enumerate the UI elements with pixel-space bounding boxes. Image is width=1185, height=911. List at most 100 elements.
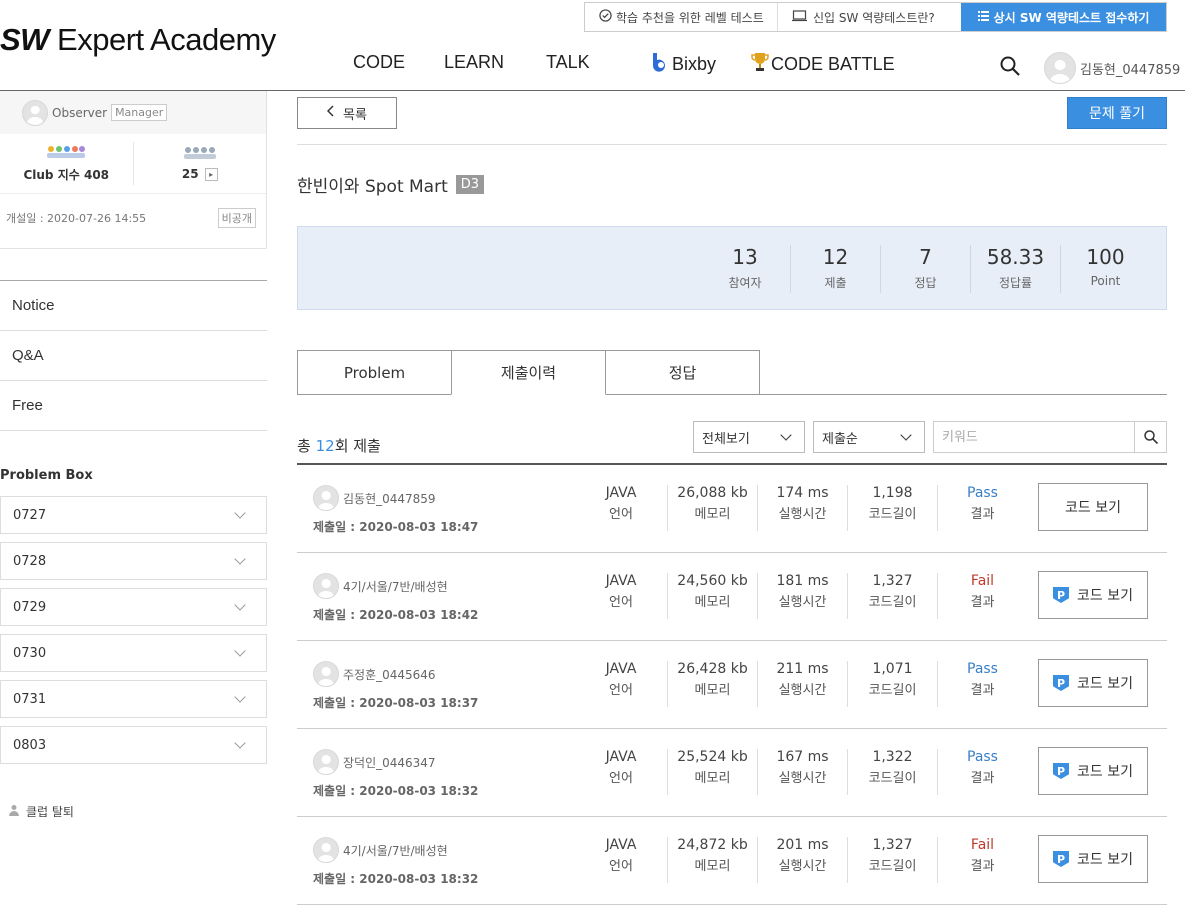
sidebar-link-free[interactable]: Free bbox=[0, 381, 267, 431]
memory-value: 25,524 kb bbox=[677, 749, 748, 765]
user-name[interactable]: 김동현_0447859 bbox=[1080, 59, 1180, 78]
stat-accuracy: 58.33 정답률 bbox=[970, 245, 1060, 293]
private-tag: 비공개 bbox=[217, 208, 256, 228]
observer-label: Observer bbox=[52, 105, 108, 120]
nav-code[interactable]: CODE bbox=[353, 52, 405, 73]
lang-value: JAVA bbox=[605, 573, 637, 589]
code-view-button[interactable]: 코드 보기 bbox=[1038, 483, 1148, 531]
result-value: Pass bbox=[967, 485, 998, 501]
problem-box-item[interactable]: 0730 bbox=[0, 634, 267, 672]
problem-box-label: 0730 bbox=[13, 645, 47, 661]
problem-title-row: 한빈이와 Spot Mart D3 bbox=[297, 172, 485, 197]
search-icon[interactable] bbox=[1134, 422, 1166, 452]
result-cell: Fail 결과 bbox=[937, 573, 1027, 619]
site-logo[interactable]: SW Expert Academy bbox=[0, 22, 276, 58]
chevron-down-icon bbox=[900, 428, 912, 441]
new-test-link[interactable]: 신입 SW 역량테스트란? bbox=[777, 3, 961, 31]
result-value: Fail bbox=[970, 837, 995, 853]
code-view-label: 코드 보기 bbox=[1077, 852, 1133, 868]
submitter-name: 장덕인_0446347 bbox=[343, 755, 436, 770]
tab-answer[interactable]: 정답 bbox=[605, 350, 760, 395]
problem-box-item[interactable]: 0803 bbox=[0, 726, 267, 764]
submitter-name: 주정훈_0445646 bbox=[343, 667, 436, 682]
solve-problem-button[interactable]: 문제 풀기 bbox=[1067, 97, 1167, 129]
nav-talk[interactable]: TALK bbox=[546, 52, 590, 73]
tab-problem[interactable]: Problem bbox=[297, 350, 452, 395]
code-view-button[interactable]: P 코드 보기 bbox=[1038, 659, 1148, 707]
length-cell: 1,071 코드길이 bbox=[847, 661, 937, 707]
check-circle-icon bbox=[599, 9, 612, 25]
sidebar-link-qna[interactable]: Q&A bbox=[0, 331, 267, 381]
nav-bixby[interactable]: Bixby bbox=[650, 52, 716, 77]
back-to-list-button[interactable]: 목록 bbox=[297, 97, 397, 129]
lang-label: 언어 bbox=[609, 683, 633, 698]
length-cell: 1,322 코드길이 bbox=[847, 749, 937, 795]
submit-date: 제출일 : 2020-08-03 18:32 bbox=[313, 784, 479, 798]
length-label: 코드길이 bbox=[868, 859, 917, 874]
stat-label: Point bbox=[1090, 274, 1121, 288]
submitter-avatar bbox=[313, 749, 339, 775]
code-view-button[interactable]: P 코드 보기 bbox=[1038, 747, 1148, 795]
new-test-label: 신입 SW 역량테스트란? bbox=[813, 10, 935, 25]
lang-value: JAVA bbox=[605, 485, 637, 501]
result-cell: Pass 결과 bbox=[937, 485, 1027, 531]
keyword-input[interactable] bbox=[934, 422, 1134, 452]
time-value: 174 ms bbox=[776, 485, 829, 501]
problem-box-label: 0729 bbox=[13, 599, 47, 615]
time-label: 실행시간 bbox=[778, 771, 827, 786]
code-view-label: 코드 보기 bbox=[1077, 588, 1133, 604]
count-suffix: 회 제출 bbox=[334, 437, 381, 455]
leave-club-label: 클럽 탈퇴 bbox=[26, 805, 74, 819]
result-label: 결과 bbox=[970, 595, 995, 610]
code-view-button[interactable]: P 코드 보기 bbox=[1038, 835, 1148, 883]
stat-value: 12 bbox=[822, 245, 849, 269]
sidebar-link-notice[interactable]: Notice bbox=[0, 281, 267, 331]
memory-cell: 25,524 kb 메모리 bbox=[667, 749, 757, 795]
search-icon[interactable] bbox=[1000, 56, 1020, 80]
submission-row: 김동현_0447859 제출일 : 2020-08-03 18:47 JAVA 언어 2… bbox=[297, 465, 1167, 553]
result-label: 결과 bbox=[970, 507, 995, 522]
length-value: 1,071 bbox=[872, 661, 913, 677]
length-label: 코드길이 bbox=[868, 507, 917, 522]
top-header: 학습 추천을 위한 레벨 테스트 신입 SW 역량테스트란? 상시 SW 역량테… bbox=[0, 0, 1185, 91]
level-test-link[interactable]: 학습 추천을 위한 레벨 테스트 bbox=[585, 3, 777, 31]
user-avatar[interactable] bbox=[1044, 52, 1076, 84]
tab-submission-history[interactable]: 제출이력 bbox=[451, 350, 606, 395]
stat-label: 참여자 bbox=[728, 276, 762, 290]
code-view-label: 코드 보기 bbox=[1077, 676, 1133, 692]
club-members: 25 ▸ bbox=[132, 142, 267, 185]
time-label: 실행시간 bbox=[778, 683, 827, 698]
bixby-icon bbox=[650, 52, 670, 77]
view-filter-select[interactable]: 전체보기 bbox=[693, 421, 805, 453]
memory-cell: 26,088 kb 메모리 bbox=[667, 485, 757, 531]
sort-select[interactable]: 제출순 bbox=[813, 421, 925, 453]
time-value: 201 ms bbox=[776, 837, 829, 853]
problem-box-item[interactable]: 0728 bbox=[0, 542, 267, 580]
problem-box-item[interactable]: 0729 bbox=[0, 588, 267, 626]
apply-test-button[interactable]: 상시 SW 역량테스트 접수하기 bbox=[961, 3, 1166, 31]
time-cell: 201 ms 실행시간 bbox=[757, 837, 847, 883]
lang-value: JAVA bbox=[605, 661, 637, 677]
submission-row: 장덕인_0446347 제출일 : 2020-08-03 18:32 JAVA 언어 2… bbox=[297, 729, 1167, 817]
observer-avatar bbox=[22, 99, 48, 126]
nav-code-battle[interactable]: CODE BATTLE bbox=[751, 52, 895, 77]
nav-learn[interactable]: LEARN bbox=[444, 52, 504, 73]
submitter: 김동현_0447859 bbox=[313, 485, 436, 511]
submitter-avatar bbox=[313, 837, 339, 863]
leave-club-link[interactable]: 클럽 탈퇴 bbox=[8, 803, 74, 820]
problem-box-item[interactable]: 0731 bbox=[0, 680, 267, 718]
chevron-down-icon bbox=[234, 644, 246, 657]
memory-cell: 24,560 kb 메모리 bbox=[667, 573, 757, 619]
utility-bar: 학습 추천을 위한 레벨 테스트 신입 SW 역량테스트란? 상시 SW 역량테… bbox=[584, 2, 1167, 32]
length-cell: 1,198 코드길이 bbox=[847, 485, 937, 531]
stat-correct: 7 정답 bbox=[880, 245, 970, 293]
code-view-button[interactable]: P 코드 보기 bbox=[1038, 571, 1148, 619]
lang-label: 언어 bbox=[609, 595, 633, 610]
title-divider bbox=[297, 144, 1167, 145]
club-info-box: Observer Manager Club 지수 408 25 ▸ 개설일 : 2… bbox=[0, 91, 267, 249]
result-label: 결과 bbox=[970, 859, 995, 874]
members-expand-button[interactable]: ▸ bbox=[204, 167, 218, 181]
chevron-down-icon bbox=[234, 552, 246, 565]
club-opened-date: 개설일 : 2020-07-26 14:55 bbox=[6, 212, 147, 225]
problem-box-item[interactable]: 0727 bbox=[0, 496, 267, 534]
